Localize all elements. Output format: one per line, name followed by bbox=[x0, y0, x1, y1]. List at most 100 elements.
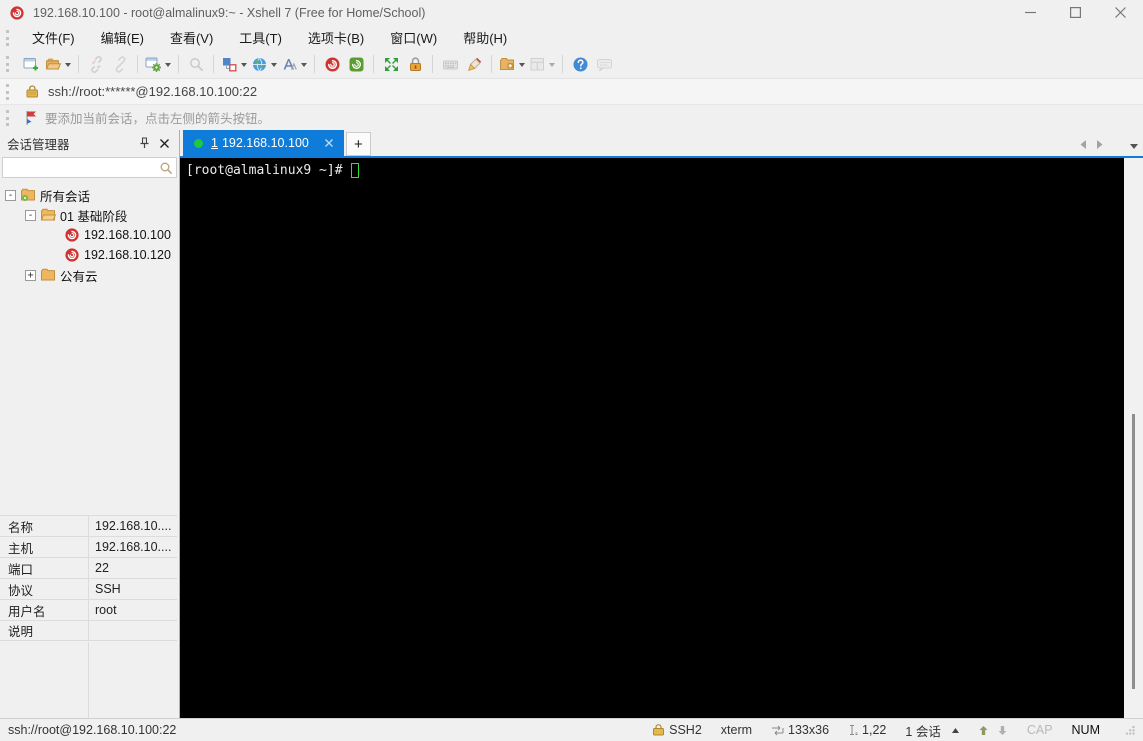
pin-panel-button[interactable] bbox=[136, 135, 152, 151]
address-url[interactable]: ssh://root:******@192.168.10.100:22 bbox=[48, 84, 257, 99]
tree-item-folder-cloud[interactable]: + 公有云 bbox=[0, 265, 179, 285]
scroll-down-icon[interactable] bbox=[997, 725, 1008, 736]
font-button[interactable] bbox=[279, 52, 309, 76]
resize-icon bbox=[771, 725, 784, 736]
menubar-grip[interactable] bbox=[6, 29, 9, 46]
work-area: 1 192.168.10.100 + [root@almalinux9 ~]# bbox=[180, 130, 1143, 718]
reconnect-icon bbox=[112, 55, 129, 73]
folder-icon bbox=[40, 207, 57, 223]
minimize-button[interactable] bbox=[1008, 0, 1053, 25]
menu-tools[interactable]: 工具(T) bbox=[226, 25, 295, 50]
property-label: 端口 bbox=[8, 562, 34, 577]
reconnect-button[interactable] bbox=[108, 52, 132, 76]
new-session-button[interactable] bbox=[19, 52, 43, 76]
menu-edit[interactable]: 编辑(E) bbox=[88, 25, 157, 50]
session-properties-button[interactable] bbox=[143, 52, 173, 76]
fullscreen-button[interactable] bbox=[379, 52, 403, 76]
highlight-button[interactable] bbox=[462, 52, 486, 76]
terminal-scrollbar[interactable] bbox=[1124, 158, 1143, 718]
tree-item-label[interactable]: 192.168.10.120 bbox=[84, 248, 171, 262]
status-lock-icon bbox=[652, 724, 665, 736]
tab-session-active[interactable]: 1 192.168.10.100 bbox=[183, 130, 344, 156]
close-button[interactable] bbox=[1098, 0, 1143, 25]
xftp-button[interactable] bbox=[344, 52, 368, 76]
maximize-button[interactable] bbox=[1053, 0, 1098, 25]
color-scheme-button[interactable] bbox=[219, 52, 249, 76]
toolbar-separator bbox=[78, 55, 79, 73]
new-folder-dropdown bbox=[519, 62, 525, 70]
session-search-input[interactable] bbox=[3, 159, 159, 176]
tree-item-all-sessions[interactable]: - 所有会话 bbox=[0, 185, 179, 205]
collapse-icon[interactable]: - bbox=[25, 209, 36, 221]
property-label: 说明 bbox=[8, 625, 34, 639]
xshell-button[interactable] bbox=[320, 52, 344, 76]
toolbar-separator bbox=[562, 55, 563, 73]
resize-grip[interactable] bbox=[1125, 725, 1135, 735]
tree-item-session-120[interactable]: 192.168.10.120 bbox=[0, 245, 179, 265]
tile-layout-button[interactable] bbox=[527, 52, 557, 76]
status-terminal-size: 133x36 bbox=[771, 723, 829, 737]
toolbar-separator bbox=[314, 55, 315, 73]
toolbar-separator bbox=[432, 55, 433, 73]
status-terminal-type: xterm bbox=[720, 723, 753, 737]
new-folder-button[interactable] bbox=[497, 52, 527, 76]
property-row-host: 主机 192.168.10.... bbox=[0, 536, 177, 557]
tree-item-label[interactable]: 192.168.10.100 bbox=[84, 228, 171, 242]
status-cursor-position: 1,22 bbox=[848, 723, 886, 737]
expand-icon[interactable]: + bbox=[25, 269, 36, 281]
property-row-name: 名称 192.168.10.... bbox=[0, 515, 177, 536]
menu-view[interactable]: 查看(V) bbox=[157, 25, 226, 50]
font-dropdown bbox=[301, 62, 307, 70]
address-bar[interactable]: ssh://root:******@192.168.10.100:22 bbox=[0, 78, 1143, 104]
new-tab-button[interactable]: + bbox=[345, 132, 371, 156]
tree-item-label[interactable]: 公有云 bbox=[60, 266, 98, 285]
addressbar-grip[interactable] bbox=[6, 83, 9, 100]
chat-icon bbox=[596, 56, 613, 73]
hintbar-grip[interactable] bbox=[6, 109, 9, 126]
terminal-scrollbar-thumb[interactable] bbox=[1132, 414, 1135, 689]
help-button[interactable] bbox=[568, 52, 592, 76]
terminal-line: [root@almalinux9 ~]# bbox=[180, 158, 1143, 178]
tab-list-dropdown-icon[interactable] bbox=[1130, 138, 1138, 152]
property-row-description: 说明 bbox=[0, 620, 177, 641]
new-url-session-button[interactable] bbox=[249, 52, 279, 76]
menu-help[interactable]: 帮助(H) bbox=[450, 25, 520, 50]
scroll-up-icon[interactable] bbox=[978, 725, 989, 736]
status-session-count[interactable]: 1 会话 bbox=[905, 721, 959, 740]
lock-icon bbox=[407, 56, 424, 73]
font-icon bbox=[281, 56, 298, 73]
find-button[interactable] bbox=[184, 52, 208, 76]
virtual-keyboard-button[interactable] bbox=[438, 52, 462, 76]
tree-item-folder-basic[interactable]: - 01 基础阶段 bbox=[0, 205, 179, 225]
caret-position-icon bbox=[848, 724, 858, 736]
disconnect-button[interactable] bbox=[84, 52, 108, 76]
xshell-window: 192.168.10.100 - root@almalinux9:~ - Xsh… bbox=[0, 0, 1143, 741]
terminal[interactable]: [root@almalinux9 ~]# bbox=[180, 156, 1143, 718]
menu-file[interactable]: 文件(F) bbox=[19, 25, 88, 50]
tab-close-icon[interactable] bbox=[324, 139, 333, 147]
tree-item-session-100[interactable]: 192.168.10.100 bbox=[0, 225, 179, 245]
open-session-button[interactable] bbox=[43, 52, 73, 76]
tree-item-label[interactable]: 01 基础阶段 bbox=[60, 206, 127, 225]
folder-icon bbox=[40, 267, 56, 283]
property-label: 协议 bbox=[8, 583, 34, 598]
menu-tabs[interactable]: 选项卡(B) bbox=[295, 25, 377, 50]
tree-item-label[interactable]: 所有会话 bbox=[40, 186, 90, 205]
main-area: 会话管理器 - 所有会话 - 01 基础阶段 192.168.10.100 19… bbox=[0, 130, 1143, 718]
connected-status-dot bbox=[194, 138, 203, 148]
toolbar-grip[interactable] bbox=[6, 56, 9, 72]
lock-keyboard-button[interactable] bbox=[403, 52, 427, 76]
search-icon bbox=[159, 161, 173, 175]
collapse-icon[interactable]: - bbox=[5, 189, 16, 201]
chat-button[interactable] bbox=[592, 52, 616, 76]
status-scroll-buttons bbox=[978, 725, 1008, 736]
session-manager-panel: 会话管理器 - 所有会话 - 01 基础阶段 192.168.10.100 19… bbox=[0, 130, 180, 718]
tab-scroll-left-icon[interactable] bbox=[1080, 138, 1087, 152]
caps-lock-indicator: CAP bbox=[1026, 723, 1053, 737]
property-value: SSH bbox=[88, 579, 177, 599]
properties-column-divider bbox=[88, 642, 89, 718]
color-scheme-dropdown bbox=[241, 62, 247, 70]
menu-window[interactable]: 窗口(W) bbox=[377, 25, 450, 50]
tab-scroll-right-icon[interactable] bbox=[1096, 138, 1103, 152]
close-panel-button[interactable] bbox=[156, 135, 172, 151]
